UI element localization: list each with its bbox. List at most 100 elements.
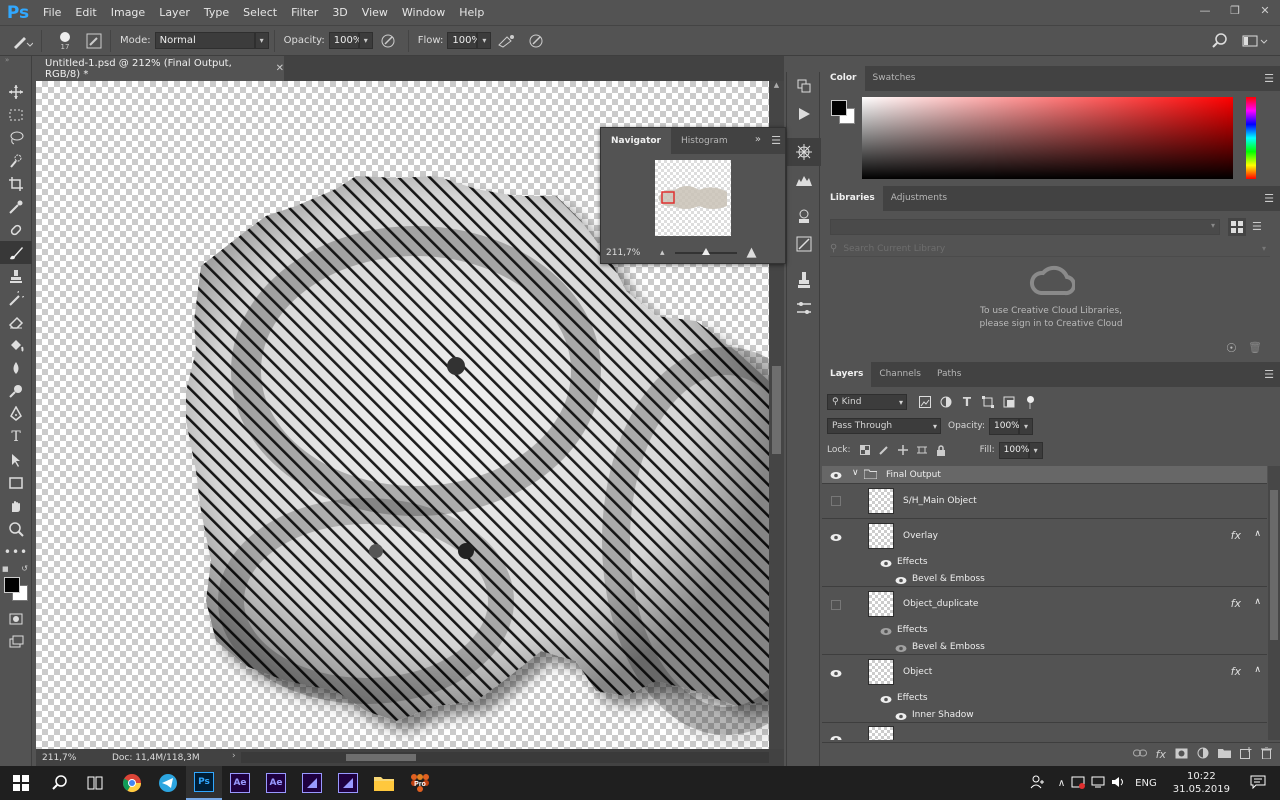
filter-adjustment-icon[interactable] (938, 396, 954, 408)
type-tool-icon[interactable]: T (0, 425, 32, 448)
filter-toggle-icon[interactable] (1025, 395, 1035, 409)
eye-icon[interactable] (830, 531, 842, 543)
minimize-icon[interactable]: — (1190, 0, 1220, 20)
fill-dropdown-icon[interactable]: ▾ (1028, 441, 1043, 459)
layer-row[interactable] (822, 723, 1267, 740)
move-tool-icon[interactable] (0, 80, 32, 103)
brush-settings-panel-icon[interactable] (787, 230, 821, 258)
color-swatches[interactable]: ■ ↺ (0, 563, 32, 607)
filter-smart-object-icon[interactable] (1001, 396, 1017, 408)
layer-row[interactable]: S/H_Main Object (822, 484, 1267, 519)
more-tools-icon[interactable]: ••• (0, 540, 32, 563)
swap-colors-icon[interactable]: ↺ (21, 564, 28, 573)
pen-tool-icon[interactable] (0, 402, 32, 425)
quick-mask-icon[interactable] (0, 607, 32, 630)
flow-input[interactable]: 100% (447, 32, 481, 49)
zoom-tool-icon[interactable] (0, 517, 32, 540)
grid-view-icon[interactable] (1228, 218, 1246, 236)
zoom-slider[interactable] (674, 247, 737, 255)
after-effects-icon[interactable]: Ae (222, 766, 258, 800)
clock[interactable]: 10:22 31.05.2019 (1173, 770, 1230, 796)
blur-tool-icon[interactable] (0, 356, 32, 379)
menu-edit[interactable]: Edit (68, 0, 103, 25)
properties-panel-icon[interactable] (787, 202, 821, 230)
media-encoder-2-icon[interactable] (330, 766, 366, 800)
menu-file[interactable]: File (36, 0, 68, 25)
effects-eye-icon[interactable] (880, 693, 892, 705)
lock-artboard-icon[interactable] (915, 445, 929, 455)
tab-adjustments[interactable]: Adjustments (883, 186, 955, 211)
close-icon[interactable]: ✕ (1250, 0, 1280, 20)
security-icon[interactable] (1071, 775, 1086, 792)
scroll-up-icon[interactable]: ▲ (769, 81, 784, 93)
layer-name[interactable]: Object (903, 667, 932, 677)
brush-presets-panel-icon[interactable] (787, 294, 821, 322)
effect-eye-icon[interactable] (895, 710, 907, 722)
blend-mode-dropdown-icon[interactable]: ▾ (933, 422, 937, 431)
menu-filter[interactable]: Filter (284, 0, 325, 25)
menu-layer[interactable]: Layer (152, 0, 197, 25)
link-layers-icon[interactable] (1132, 748, 1147, 761)
tab-libraries[interactable]: Libraries (822, 186, 883, 211)
lasso-tool-icon[interactable] (0, 126, 32, 149)
vertical-scroll-thumb[interactable] (772, 366, 781, 454)
marquee-tool-icon[interactable] (0, 103, 32, 126)
layers-scrollbar[interactable] (1268, 466, 1280, 740)
color-field[interactable] (862, 97, 1233, 179)
restore-icon[interactable]: ❐ (1220, 0, 1250, 20)
zoom-in-icon[interactable]: ▲ (747, 245, 757, 260)
path-selection-tool-icon[interactable] (0, 448, 32, 471)
library-search[interactable]: ⚲ Search Current Library ▾ (830, 241, 1270, 257)
add-layer-style-icon[interactable]: fx (1156, 748, 1166, 761)
workspace-switcher-icon[interactable] (1240, 33, 1270, 49)
library-trash-icon[interactable]: 🗑 (1248, 341, 1262, 354)
default-colors-icon[interactable]: ■ (2, 565, 9, 573)
horizontal-scrollbar[interactable] (241, 752, 769, 763)
history-brush-tool-icon[interactable] (0, 287, 32, 310)
library-search-dropdown-icon[interactable]: ▾ (1262, 244, 1266, 253)
lock-transparent-icon[interactable] (858, 445, 872, 455)
new-adjustment-layer-icon[interactable] (1197, 747, 1209, 762)
eraser-tool-icon[interactable] (0, 310, 32, 333)
dodge-tool-icon[interactable] (0, 379, 32, 402)
layer-row[interactable]: Overlay fx ∧ Effects Bevel & Emboss (822, 519, 1267, 587)
airbrush-icon[interactable] (491, 33, 521, 49)
notifications-icon[interactable] (1250, 775, 1266, 792)
tab-color[interactable]: Color (822, 66, 865, 91)
collapse-effects-icon[interactable]: ∧ (1254, 597, 1261, 607)
rectangle-tool-icon[interactable] (0, 471, 32, 494)
tab-navigator[interactable]: Navigator (601, 128, 671, 154)
filter-kind-dropdown-icon[interactable]: ▾ (899, 398, 903, 407)
crop-tool-icon[interactable] (0, 172, 32, 195)
pressure-opacity-icon[interactable] (373, 33, 403, 49)
filter-type-icon[interactable]: T (959, 395, 975, 409)
eye-icon[interactable] (830, 667, 842, 679)
color-panel-menu-icon[interactable]: ☰ (1264, 72, 1274, 85)
effect-eye-icon[interactable] (895, 574, 907, 586)
layer-name[interactable]: S/H_Main Object (903, 496, 977, 506)
zoom-slider-knob[interactable] (701, 247, 710, 255)
menu-type[interactable]: Type (197, 0, 236, 25)
group-expand-icon[interactable]: ∨ (852, 468, 859, 478)
menu-window[interactable]: Window (395, 0, 452, 25)
opacity-dropdown-icon[interactable]: ▾ (358, 32, 373, 49)
layer-row[interactable]: Object fx ∧ Effects Inner Shadow (822, 655, 1267, 723)
healing-brush-tool-icon[interactable] (0, 218, 32, 241)
clone-stamp-tool-icon[interactable] (0, 264, 32, 287)
library-dropdown-icon[interactable]: ▾ (1211, 221, 1215, 230)
delete-layer-icon[interactable] (1261, 746, 1272, 762)
navigator-menu-icon[interactable]: ☰ (771, 134, 781, 147)
horizontal-scroll-thumb[interactable] (346, 754, 416, 761)
layer-opacity-input[interactable]: 100% (989, 417, 1020, 435)
fill-input[interactable]: 100% (998, 441, 1029, 459)
collapse-effects-icon[interactable]: ∧ (1254, 529, 1261, 539)
network-icon[interactable] (1091, 776, 1105, 791)
stock-icon[interactable]: ☉ (1226, 341, 1237, 355)
new-group-icon[interactable] (1218, 748, 1231, 761)
lock-position-icon[interactable] (896, 445, 910, 455)
proexec-icon[interactable]: Pro (402, 766, 438, 800)
eyedropper-tool-icon[interactable] (0, 195, 32, 218)
clone-source-panel-icon[interactable] (787, 266, 821, 294)
menu-view[interactable]: View (355, 0, 395, 25)
task-view-icon[interactable] (78, 766, 114, 800)
